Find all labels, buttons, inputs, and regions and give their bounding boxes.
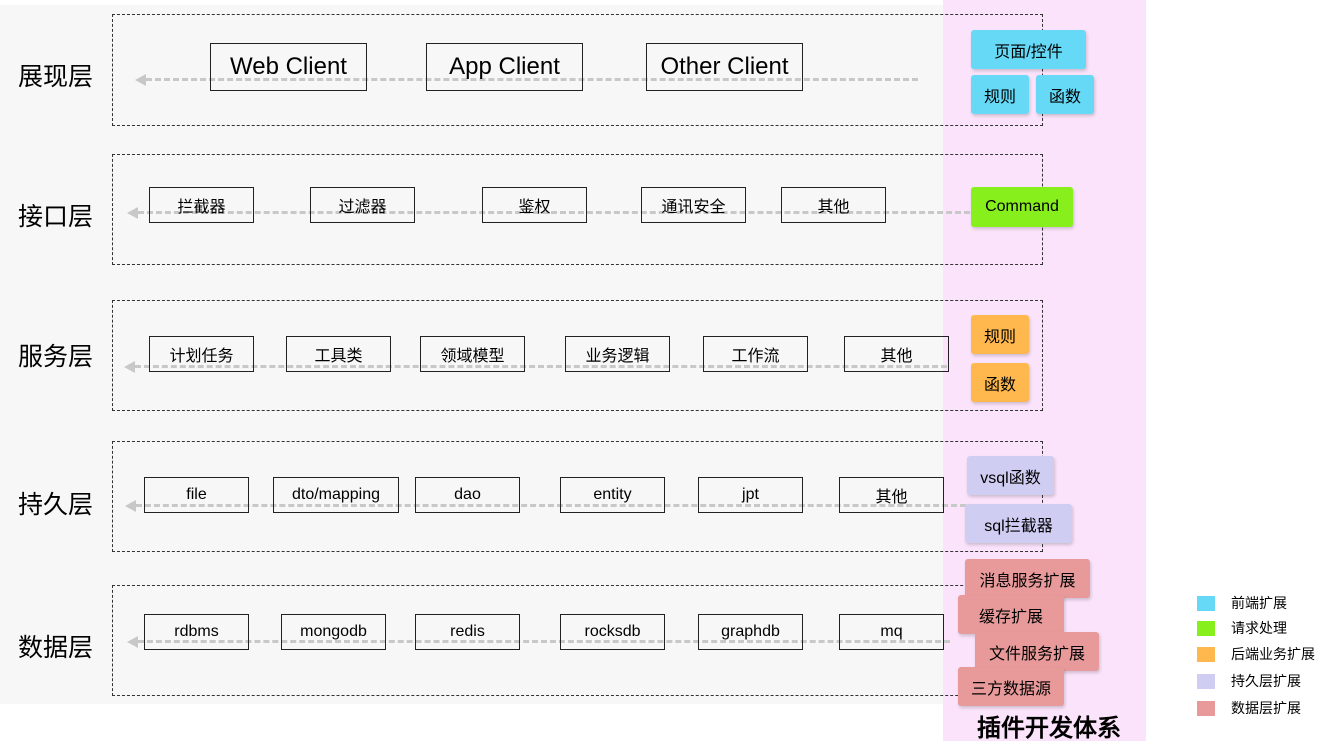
dao-box: dao bbox=[415, 477, 520, 513]
plugin-command-tag: Command bbox=[971, 187, 1073, 227]
auth-box: 鉴权 bbox=[482, 187, 587, 223]
graphdb-box: graphdb bbox=[698, 614, 803, 650]
other-client-box: Other Client bbox=[646, 43, 803, 91]
plugin-frontend-rule-tag: 规则 bbox=[971, 75, 1029, 114]
plugin-service-rule-tag: 规则 bbox=[971, 315, 1029, 354]
plugin-sql-interceptor-tag: sql拦截器 bbox=[965, 504, 1072, 543]
app-client-box: App Client bbox=[426, 43, 583, 91]
legend-item-service: 后端业务扩展 bbox=[1197, 644, 1315, 664]
data-flow-arrow-icon bbox=[127, 636, 138, 648]
presentation-layer-label: 展现层 bbox=[18, 63, 94, 91]
legend-swatch-service bbox=[1197, 646, 1215, 662]
mongodb-box: mongodb bbox=[281, 614, 386, 650]
legend-item-data: 数据层扩展 bbox=[1197, 698, 1301, 718]
jpt-box: jpt bbox=[698, 477, 803, 513]
plugin-third-party-datasource-tag: 三方数据源 bbox=[958, 667, 1064, 706]
legend-swatch-data bbox=[1197, 700, 1215, 716]
legend-item-frontend: 前端扩展 bbox=[1197, 593, 1287, 613]
domain-model-box: 领域模型 bbox=[420, 336, 525, 372]
interface-flow-arrow-icon bbox=[127, 207, 138, 219]
plugin-frontend-page-control-tag: 页面/控件 bbox=[971, 30, 1086, 69]
plugin-file-service-tag: 文件服务扩展 bbox=[975, 632, 1099, 671]
service-flow-arrow-icon bbox=[124, 361, 135, 373]
legend-label: 数据层扩展 bbox=[1231, 700, 1301, 716]
legend-label: 前端扩展 bbox=[1231, 595, 1287, 611]
rocksdb-box: rocksdb bbox=[560, 614, 665, 650]
service-other-box: 其他 bbox=[844, 336, 949, 372]
legend-swatch-request bbox=[1197, 620, 1215, 636]
redis-box: redis bbox=[415, 614, 520, 650]
dto-mapping-box: dto/mapping bbox=[273, 477, 399, 513]
persistence-layer-label: 持久层 bbox=[18, 491, 94, 519]
plugin-vsql-function-tag: vsql函数 bbox=[967, 456, 1054, 495]
plugin-frontend-function-tag: 函数 bbox=[1036, 75, 1094, 114]
legend-label: 请求处理 bbox=[1231, 620, 1287, 636]
workflow-box: 工作流 bbox=[703, 336, 808, 372]
persistence-other-box: 其他 bbox=[839, 477, 944, 513]
interface-other-box: 其他 bbox=[781, 187, 886, 223]
file-box: file bbox=[144, 477, 249, 513]
presentation-flow-arrow-icon bbox=[135, 74, 146, 86]
utility-box: 工具类 bbox=[286, 336, 391, 372]
legend-swatch-frontend bbox=[1197, 595, 1215, 611]
rdbms-box: rdbms bbox=[144, 614, 249, 650]
web-client-box: Web Client bbox=[210, 43, 367, 91]
business-logic-box: 业务逻辑 bbox=[565, 336, 670, 372]
service-flow-line bbox=[135, 365, 947, 368]
service-layer-label: 服务层 bbox=[18, 343, 94, 371]
entity-box: entity bbox=[560, 477, 665, 513]
filter-box: 过滤器 bbox=[310, 187, 415, 223]
plugin-cache-tag: 缓存扩展 bbox=[958, 595, 1064, 634]
legend-label: 后端业务扩展 bbox=[1231, 646, 1315, 662]
interface-layer-label: 接口层 bbox=[18, 203, 94, 231]
legend-item-persistence: 持久层扩展 bbox=[1197, 671, 1301, 691]
plugin-message-service-tag: 消息服务扩展 bbox=[965, 559, 1090, 598]
persistence-flow-arrow-icon bbox=[125, 500, 136, 512]
data-flow-line bbox=[138, 640, 950, 643]
comm-security-box: 通讯安全 bbox=[641, 187, 746, 223]
plugin-system-title: 插件开发体系 bbox=[977, 715, 1121, 741]
mq-box: mq bbox=[839, 614, 944, 650]
legend-item-request: 请求处理 bbox=[1197, 618, 1287, 638]
interceptor-box: 拦截器 bbox=[149, 187, 254, 223]
legend-label: 持久层扩展 bbox=[1231, 673, 1301, 689]
legend-swatch-persistence bbox=[1197, 673, 1215, 689]
plugin-service-function-tag: 函数 bbox=[971, 363, 1029, 402]
scheduled-task-box: 计划任务 bbox=[149, 336, 254, 372]
data-layer-label: 数据层 bbox=[18, 634, 94, 662]
